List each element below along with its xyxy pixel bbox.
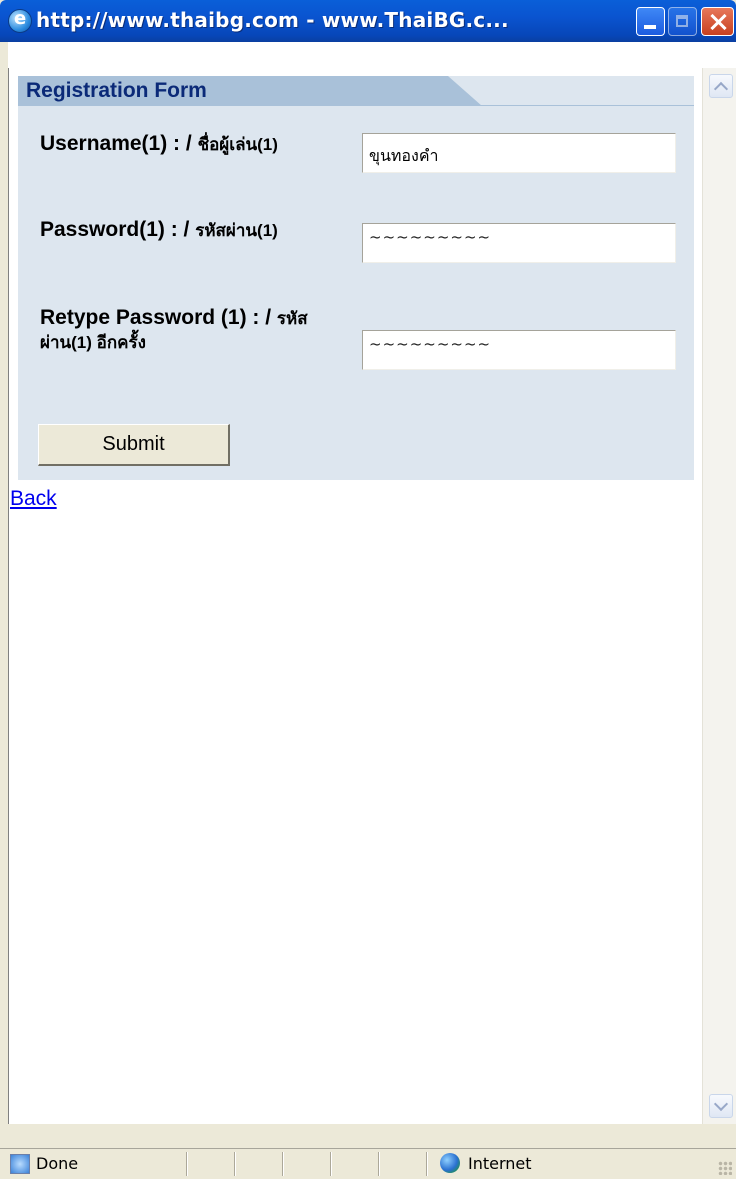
close-button[interactable] [701, 7, 734, 36]
back-link[interactable]: Back [10, 487, 57, 511]
retype-password-input[interactable]: ~~~~~~~~~ [362, 330, 676, 370]
status-text: Done [36, 1154, 79, 1173]
window-title: http://www.thaibg.com - www.ThaiBG.c... [36, 8, 509, 32]
form-header-divider [18, 105, 694, 106]
retype-password-label: Retype Password (1) : / รหัสผ่าน(1) อีกค… [40, 306, 330, 354]
resize-grip-icon[interactable] [718, 1161, 732, 1175]
password-label-en: Password(1) : / [40, 218, 196, 241]
content-top-margin [8, 42, 736, 68]
username-label: Username(1) : / ชื่อผู้เล่น(1) [40, 132, 330, 156]
status-divider [426, 1152, 428, 1176]
password-label-thai: รหัสผ่าน(1) [195, 221, 278, 240]
minimize-button[interactable] [636, 7, 665, 36]
status-divider [282, 1152, 284, 1176]
password-label: Password(1) : / รหัสผ่าน(1) [40, 218, 330, 242]
title-bar[interactable]: http://www.thaibg.com - www.ThaiBG.c... [0, 0, 736, 42]
form-title: Registration Form [26, 79, 207, 102]
ie-page-icon [10, 1154, 30, 1174]
status-divider [186, 1152, 188, 1176]
status-divider [378, 1152, 380, 1176]
username-label-en: Username(1) : / [40, 132, 198, 155]
submit-button[interactable]: Submit [38, 424, 230, 466]
maximize-button[interactable] [668, 7, 697, 36]
vertical-scrollbar[interactable] [702, 68, 736, 1124]
retype-password-label-en: Retype Password (1) : / [40, 306, 277, 329]
scroll-down-icon[interactable] [709, 1094, 733, 1118]
internet-globe-icon [440, 1153, 460, 1173]
ie-page-icon[interactable] [8, 8, 32, 33]
status-bar: Done Internet [0, 1148, 736, 1179]
scroll-up-icon[interactable] [709, 74, 733, 98]
status-divider [234, 1152, 236, 1176]
status-divider [330, 1152, 332, 1176]
password-input[interactable]: ~~~~~~~~~ [362, 223, 676, 263]
username-label-thai: ชื่อผู้เล่น(1) [197, 135, 278, 154]
security-zone: Internet [468, 1154, 532, 1173]
username-input[interactable]: ขุนทองคำ [362, 133, 676, 173]
